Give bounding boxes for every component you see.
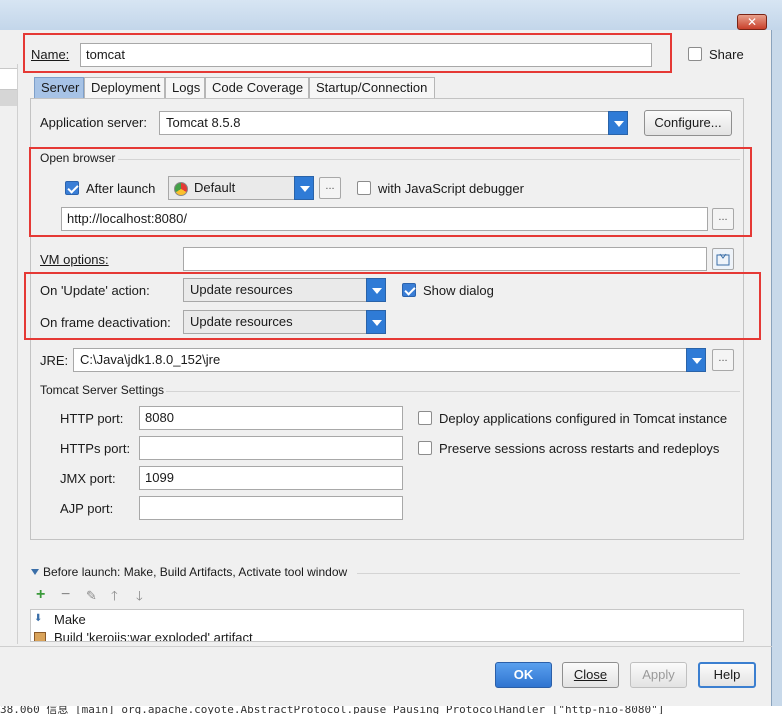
- preserve-sessions-label: Preserve sessions across restarts and re…: [439, 441, 720, 456]
- title-bar: ✕: [0, 0, 782, 30]
- highlight-name: [23, 33, 672, 73]
- list-item[interactable]: ⬇ Make: [34, 612, 734, 628]
- jre-combo[interactable]: C:\Java\jdk1.8.0_152\jre: [73, 348, 706, 372]
- app-server-value: Tomcat 8.5.8: [166, 115, 241, 130]
- ok-button[interactable]: OK: [495, 662, 552, 688]
- make-icon: ⬇: [34, 613, 43, 624]
- on-update-value: Update resources: [190, 282, 293, 297]
- close-icon[interactable]: ✕: [737, 14, 767, 30]
- tab-startup-connection[interactable]: Startup/Connection: [309, 77, 435, 99]
- preserve-sessions-checkbox[interactable]: [418, 441, 432, 455]
- run-config-window: ✕ Name: tomcat Share Server Deployment L…: [0, 0, 782, 714]
- browser-combo[interactable]: Default: [168, 176, 314, 200]
- js-debugger-checkbox[interactable]: [357, 181, 371, 195]
- deploy-apps-label: Deploy applications configured in Tomcat…: [439, 411, 728, 426]
- after-launch-checkbox[interactable]: [65, 181, 79, 195]
- on-update-label: On 'Update' action:: [40, 283, 150, 298]
- http-port-label: HTTP port:: [60, 411, 124, 426]
- console-status-text: 38.060 信息 [main] org.apache.coyote.Abstr…: [0, 706, 782, 714]
- artifact-item-label: Build 'kerojis:war exploded' artifact: [54, 630, 253, 642]
- help-button[interactable]: Help: [698, 662, 756, 688]
- jre-value: C:\Java\jdk1.8.0_152\jre: [80, 352, 221, 367]
- ajp-port-label: AJP port:: [60, 501, 114, 516]
- configure-button[interactable]: Configure...: [644, 110, 732, 136]
- deploy-apps-checkbox[interactable]: [418, 411, 432, 425]
- browser-more-button[interactable]: ...: [319, 177, 341, 199]
- http-port-input[interactable]: 8080: [139, 406, 403, 430]
- https-port-label: HTTPs port:: [60, 441, 131, 456]
- arrow-down-icon[interactable]: 🡓: [136, 588, 143, 604]
- chevron-down-icon[interactable]: [608, 111, 628, 135]
- jmx-port-input[interactable]: 1099: [139, 466, 403, 490]
- make-item-label: Make: [54, 612, 86, 627]
- before-launch-title: Before launch: Make, Build Artifacts, Ac…: [43, 565, 348, 579]
- app-server-combo[interactable]: Tomcat 8.5.8: [159, 111, 628, 135]
- vm-options-label: VM options:: [40, 252, 109, 268]
- url-more-button[interactable]: ...: [712, 208, 734, 230]
- show-dialog-label: Show dialog: [423, 283, 494, 298]
- splitter[interactable]: [17, 64, 18, 644]
- group-divider: [166, 391, 740, 392]
- chevron-down-icon[interactable]: [366, 278, 386, 302]
- config-tree-selected[interactable]: [0, 90, 18, 106]
- expand-icon-svg: [716, 253, 730, 266]
- jmx-port-label: JMX port:: [60, 471, 116, 486]
- browser-value: Default: [194, 180, 236, 195]
- config-tree-panel: [0, 64, 18, 644]
- before-launch-list: ⬇ Make Build 'kerojis:war exploded' arti…: [30, 609, 744, 642]
- vm-options-input[interactable]: [183, 247, 707, 271]
- chevron-down-icon[interactable]: [294, 176, 314, 200]
- https-port-input[interactable]: [139, 436, 403, 460]
- on-update-combo[interactable]: Update resources: [183, 278, 386, 302]
- share-checkbox[interactable]: [688, 47, 702, 61]
- chevron-down-icon[interactable]: [686, 348, 706, 372]
- jre-label: JRE:: [40, 353, 69, 368]
- arrow-up-icon[interactable]: 🡑: [111, 588, 118, 604]
- on-frame-value: Update resources: [190, 314, 293, 329]
- app-server-label: Application server:: [40, 115, 147, 130]
- expand-icon[interactable]: [712, 248, 734, 270]
- remove-icon[interactable]: −: [61, 587, 70, 603]
- vm-options-label-text: VM options:: [40, 252, 109, 267]
- tab-code-coverage[interactable]: Code Coverage: [205, 77, 309, 99]
- share-label: Share: [709, 47, 744, 62]
- show-dialog-checkbox[interactable]: [402, 283, 416, 297]
- url-input[interactable]: http://localhost:8080/: [61, 207, 708, 231]
- on-frame-combo[interactable]: Update resources: [183, 310, 386, 334]
- tomcat-settings-title: Tomcat Server Settings: [40, 383, 165, 397]
- tab-logs[interactable]: Logs: [165, 77, 205, 99]
- artifact-icon: [34, 632, 46, 641]
- jre-more-button[interactable]: ...: [712, 349, 734, 371]
- collapse-icon[interactable]: [31, 569, 39, 575]
- after-launch-label: After launch: [86, 181, 156, 196]
- edit-icon[interactable]: ✎: [86, 588, 97, 604]
- chrome-icon: [174, 182, 188, 196]
- chevron-down-icon[interactable]: [366, 310, 386, 334]
- list-item[interactable]: Build 'kerojis:war exploded' artifact: [34, 630, 734, 642]
- footer-divider: [0, 646, 772, 647]
- js-debugger-label: with JavaScript debugger: [378, 181, 524, 196]
- ajp-port-input[interactable]: [139, 496, 403, 520]
- window-border: [772, 30, 782, 706]
- add-icon[interactable]: +: [36, 587, 45, 603]
- on-frame-label: On frame deactivation:: [40, 315, 171, 330]
- tab-deployment[interactable]: Deployment: [84, 77, 165, 99]
- group-divider: [357, 573, 740, 574]
- close-button[interactable]: Close: [562, 662, 619, 688]
- close-button-label: Close: [573, 667, 608, 682]
- tab-server[interactable]: Server: [34, 77, 84, 99]
- config-tree-list[interactable]: [0, 68, 18, 90]
- apply-button[interactable]: Apply: [630, 662, 687, 688]
